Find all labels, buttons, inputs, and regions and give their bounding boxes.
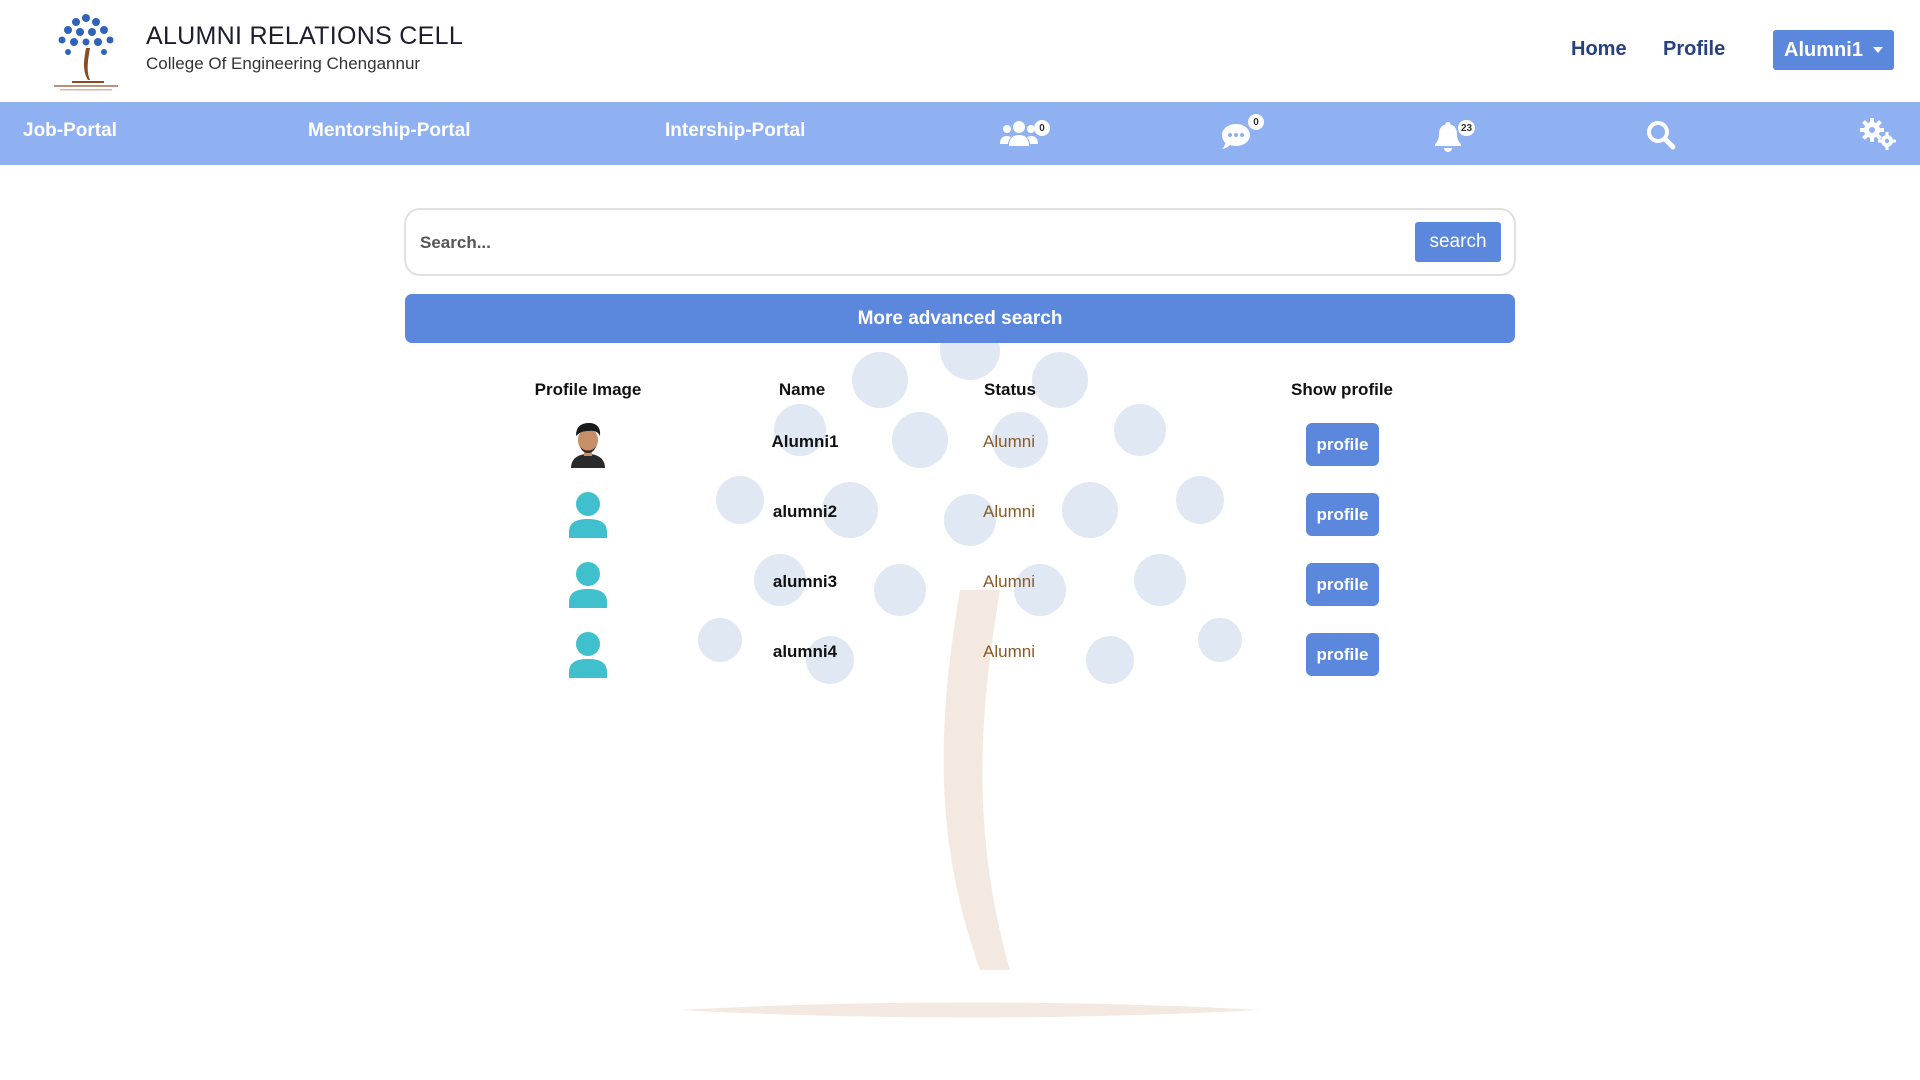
comment-icon — [1222, 124, 1250, 149]
main-navbar: Job-Portal Mentorship-Portal Intership-P… — [0, 102, 1920, 165]
search-icon — [1647, 121, 1676, 150]
advanced-search-button[interactable]: More advanced search — [405, 294, 1515, 343]
header-show-profile: Show profile — [1291, 380, 1393, 399]
settings-nav[interactable] — [1860, 114, 1900, 154]
user-dropdown-button[interactable]: Alumni1 — [1773, 30, 1894, 70]
nav-internship-portal[interactable]: Intership-Portal — [665, 120, 805, 142]
table-row: alumni3 Alumni profile — [0, 550, 1920, 620]
profile-link[interactable]: Profile — [1663, 38, 1725, 61]
table-row: Alumni1 Alumni profile — [0, 410, 1920, 480]
alumni-status: Alumni — [983, 642, 1035, 661]
alumni-name: alumni2 — [772, 502, 838, 521]
default-user-icon — [569, 492, 607, 538]
alumni-status: Alumni — [983, 502, 1035, 521]
messages-count-badge: 0 — [1248, 114, 1264, 130]
header-name: Name — [778, 380, 826, 399]
profile-button[interactable]: profile — [1306, 563, 1379, 606]
notifications-nav[interactable]: 23 — [1434, 114, 1486, 154]
alumni-status: Alumni — [983, 432, 1035, 451]
header-status: Status — [984, 380, 1036, 399]
user-name: Alumni1 — [1784, 38, 1863, 61]
brand-subtitle: College Of Engineering Chengannur — [146, 54, 421, 73]
caret-down-icon — [1872, 47, 1883, 53]
nav-mentorship-portal[interactable]: Mentorship-Portal — [308, 120, 471, 142]
search-nav[interactable] — [1646, 114, 1678, 154]
alumni-tree-logo[interactable] — [46, 8, 126, 92]
users-icon — [1000, 121, 1038, 146]
header-profile-image: Profile Image — [534, 380, 642, 399]
alumni-status: Alumni — [983, 572, 1035, 591]
alumni-name: Alumni1 — [771, 432, 839, 451]
nav-job-portal[interactable]: Job-Portal — [23, 120, 117, 142]
table-row: alumni2 Alumni profile — [0, 480, 1920, 550]
messages-nav[interactable]: 0 — [1220, 114, 1268, 154]
table-row: alumni4 Alumni profile — [0, 620, 1920, 690]
alumni-name: alumni4 — [772, 642, 838, 661]
default-user-icon — [569, 632, 607, 678]
search-box: search — [404, 208, 1516, 276]
search-button[interactable]: search — [1415, 222, 1501, 262]
alumni-name: alumni3 — [772, 572, 838, 591]
default-user-icon — [569, 562, 607, 608]
profile-button[interactable]: profile — [1306, 493, 1379, 536]
header: ALUMNI RELATIONS CELL College Of Enginee… — [0, 0, 1920, 102]
search-input[interactable] — [420, 224, 1360, 262]
profile-photo-avatar — [571, 423, 605, 468]
brand-title: ALUMNI RELATIONS CELL — [146, 22, 464, 50]
friends-nav[interactable]: 0 — [1000, 114, 1056, 154]
friends-count-badge: 0 — [1034, 120, 1050, 136]
notifications-count-badge: 23 — [1458, 120, 1476, 136]
profile-button[interactable]: profile — [1306, 633, 1379, 676]
gears-icon — [1860, 118, 1896, 150]
profile-button[interactable]: profile — [1306, 423, 1379, 466]
home-link[interactable]: Home — [1571, 38, 1627, 61]
